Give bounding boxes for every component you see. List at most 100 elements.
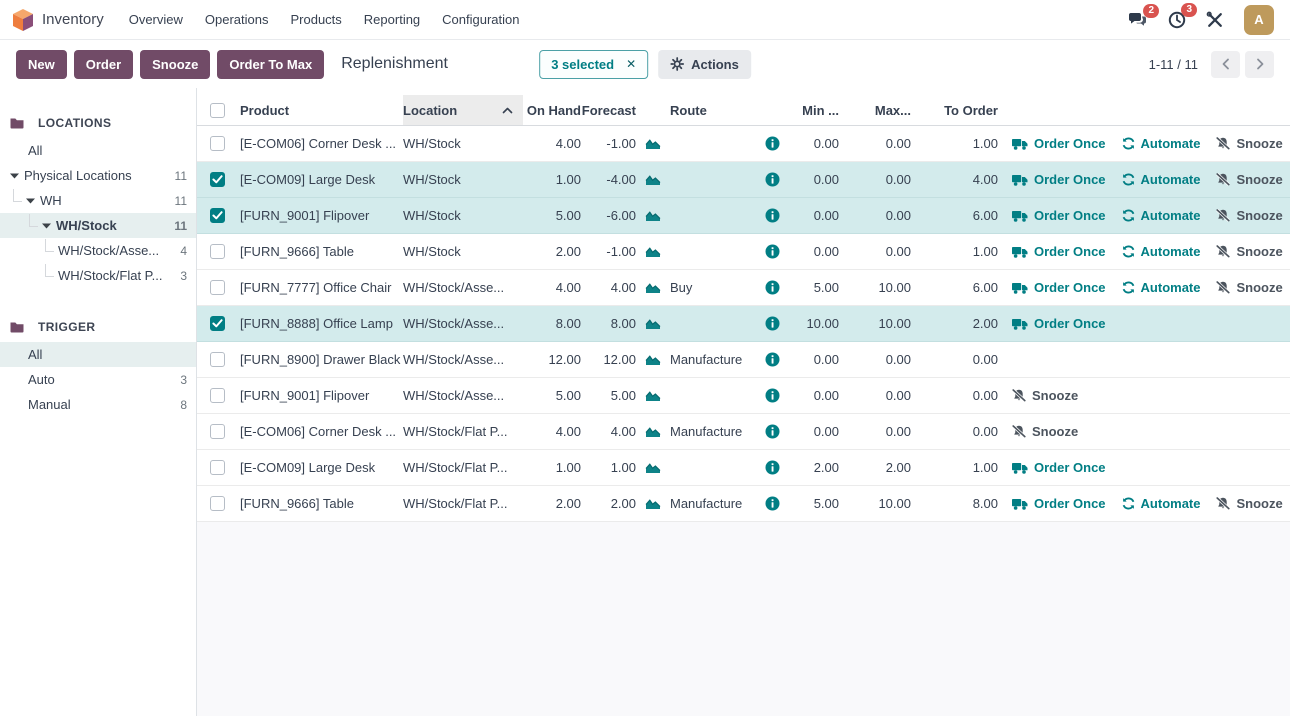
row-checkbox[interactable] bbox=[210, 316, 225, 331]
row-checkbox[interactable] bbox=[210, 244, 225, 259]
info-cell[interactable] bbox=[765, 388, 787, 403]
row-checkbox[interactable] bbox=[210, 352, 225, 367]
info-cell[interactable] bbox=[765, 424, 787, 439]
sidebar-item-auto[interactable]: Auto3 bbox=[0, 367, 196, 392]
nav-menu-overview[interactable]: Overview bbox=[118, 12, 194, 27]
sidebar-item-physical-locations[interactable]: Physical Locations11 bbox=[0, 163, 196, 188]
automate-link[interactable]: Automate bbox=[1122, 172, 1201, 187]
automate-link[interactable]: Automate bbox=[1122, 496, 1201, 511]
snooze-link[interactable]: Snooze bbox=[1216, 172, 1282, 187]
sorted-column-header[interactable]: Location bbox=[403, 95, 523, 125]
column-header-product[interactable]: Product bbox=[240, 103, 403, 118]
table-row[interactable]: [FURN_7777] Office ChairWH/Stock/Asse...… bbox=[197, 270, 1290, 306]
to-order-cell: 0.00 bbox=[911, 352, 998, 367]
table-row[interactable]: [FURN_9666] TableWH/Stock/Flat P...2.002… bbox=[197, 486, 1290, 522]
column-header-min[interactable]: Min ... bbox=[787, 103, 839, 118]
row-checkbox[interactable] bbox=[210, 280, 225, 295]
info-cell[interactable] bbox=[765, 460, 787, 475]
row-checkbox[interactable] bbox=[210, 424, 225, 439]
snooze-link[interactable]: Snooze bbox=[1216, 208, 1282, 223]
order-to-max-button[interactable]: Order To Max bbox=[217, 50, 324, 79]
snooze-link[interactable]: Snooze bbox=[1216, 280, 1282, 295]
table-row[interactable]: [FURN_9001] FlipoverWH/Stock/Asse...5.00… bbox=[197, 378, 1290, 414]
sidebar-item-wh-stock[interactable]: WH/Stock11 bbox=[0, 213, 196, 238]
row-checkbox[interactable] bbox=[210, 496, 225, 511]
user-avatar[interactable]: A bbox=[1244, 5, 1274, 35]
sidebar-item-manual[interactable]: Manual8 bbox=[0, 392, 196, 417]
nav-menu-configuration[interactable]: Configuration bbox=[431, 12, 530, 27]
column-header-to_order[interactable]: To Order bbox=[911, 103, 998, 118]
snooze-link[interactable]: Snooze bbox=[1216, 496, 1282, 511]
automate-link[interactable]: Automate bbox=[1122, 280, 1201, 295]
snooze-link[interactable]: Snooze bbox=[1012, 424, 1078, 439]
info-cell[interactable] bbox=[765, 496, 787, 511]
caret-down-icon-wrap[interactable] bbox=[10, 173, 19, 179]
snooze-link[interactable]: Snooze bbox=[1216, 136, 1282, 151]
sidebar-item-all[interactable]: All bbox=[0, 138, 196, 163]
table-row[interactable]: [E-COM09] Large DeskWH/Stock/Flat P...1.… bbox=[197, 450, 1290, 486]
order-once-link[interactable]: Order Once bbox=[1012, 316, 1106, 331]
row-checkbox[interactable] bbox=[210, 208, 225, 223]
new-button[interactable]: New bbox=[16, 50, 67, 79]
order-once-link[interactable]: Order Once bbox=[1012, 244, 1106, 259]
table-row[interactable]: [E-COM06] Corner Desk ...WH/Stock/Flat P… bbox=[197, 414, 1290, 450]
sidebar-item-wh[interactable]: WH11 bbox=[0, 188, 196, 213]
on-hand-cell: 4.00 bbox=[523, 424, 581, 439]
pager-next-button[interactable] bbox=[1245, 51, 1274, 78]
actions-button[interactable]: Actions bbox=[658, 50, 751, 79]
info-cell[interactable] bbox=[765, 136, 787, 151]
sidebar-item-all[interactable]: All bbox=[0, 342, 196, 367]
info-cell[interactable] bbox=[765, 208, 787, 223]
table-row[interactable]: [FURN_9001] FlipoverWH/Stock5.00-6.000.0… bbox=[197, 198, 1290, 234]
order-once-link[interactable]: Order Once bbox=[1012, 208, 1106, 223]
nav-menu-reporting[interactable]: Reporting bbox=[353, 12, 431, 27]
automate-link[interactable]: Automate bbox=[1122, 136, 1201, 151]
table-row[interactable]: [E-COM09] Large DeskWH/Stock1.00-4.000.0… bbox=[197, 162, 1290, 198]
activities-button[interactable]: 3 bbox=[1168, 11, 1186, 29]
pager-previous-button[interactable] bbox=[1211, 51, 1240, 78]
order-once-link[interactable]: Order Once bbox=[1012, 136, 1106, 151]
messages-button[interactable]: 2 bbox=[1128, 12, 1148, 28]
column-header-on_hand[interactable]: On Hand bbox=[523, 103, 581, 118]
row-checkbox[interactable] bbox=[210, 172, 225, 187]
pager-range: 1-11 / 11 bbox=[1149, 57, 1198, 72]
info-cell[interactable] bbox=[765, 172, 787, 187]
table-row[interactable]: [FURN_8900] Drawer BlackWH/Stock/Asse...… bbox=[197, 342, 1290, 378]
caret-down-icon-wrap[interactable] bbox=[26, 198, 35, 204]
automate-link[interactable]: Automate bbox=[1122, 208, 1201, 223]
table-row[interactable]: [FURN_8888] Office LampWH/Stock/Asse...8… bbox=[197, 306, 1290, 342]
row-checkbox[interactable] bbox=[210, 388, 225, 403]
sidebar-item-wh-stock-asse[interactable]: WH/Stock/Asse...4 bbox=[0, 238, 196, 263]
order-once-link[interactable]: Order Once bbox=[1012, 172, 1106, 187]
close-icon[interactable]: ✕ bbox=[626, 58, 636, 70]
order-once-link[interactable]: Order Once bbox=[1012, 280, 1106, 295]
snooze-link[interactable]: Snooze bbox=[1012, 388, 1078, 403]
order-once-link[interactable]: Order Once bbox=[1012, 496, 1106, 511]
column-header-route[interactable]: Route bbox=[670, 103, 765, 118]
snooze-link[interactable]: Snooze bbox=[1216, 244, 1282, 259]
info-cell[interactable] bbox=[765, 244, 787, 259]
column-header-max[interactable]: Max... bbox=[839, 103, 911, 118]
tools-button[interactable] bbox=[1206, 11, 1224, 29]
snooze-button[interactable]: Snooze bbox=[140, 50, 210, 79]
nav-menu-operations[interactable]: Operations bbox=[194, 12, 280, 27]
row-checkbox[interactable] bbox=[210, 136, 225, 151]
sidebar-item-wh-stock-flat-p[interactable]: WH/Stock/Flat P...3 bbox=[0, 263, 196, 288]
column-header-forecast[interactable]: Forecast bbox=[581, 103, 636, 118]
caret-down-icon-wrap[interactable] bbox=[42, 223, 51, 229]
location-cell: WH/Stock bbox=[403, 198, 523, 233]
automate-link[interactable]: Automate bbox=[1122, 244, 1201, 259]
info-cell[interactable] bbox=[765, 316, 787, 331]
app-switcher[interactable]: Inventory bbox=[12, 8, 104, 32]
info-cell[interactable] bbox=[765, 280, 787, 295]
row-checkbox[interactable] bbox=[210, 460, 225, 475]
select-all-checkbox[interactable] bbox=[210, 103, 225, 118]
order-button[interactable]: Order bbox=[74, 50, 133, 79]
info-cell[interactable] bbox=[765, 352, 787, 367]
column-header-location[interactable]: Location bbox=[403, 95, 523, 125]
table-row[interactable]: [FURN_9666] TableWH/Stock2.00-1.000.000.… bbox=[197, 234, 1290, 270]
order-once-link[interactable]: Order Once bbox=[1012, 460, 1106, 475]
sidebar-item-label: Manual bbox=[28, 397, 71, 412]
nav-menu-products[interactable]: Products bbox=[279, 12, 352, 27]
table-row[interactable]: [E-COM06] Corner Desk ...WH/Stock4.00-1.… bbox=[197, 126, 1290, 162]
